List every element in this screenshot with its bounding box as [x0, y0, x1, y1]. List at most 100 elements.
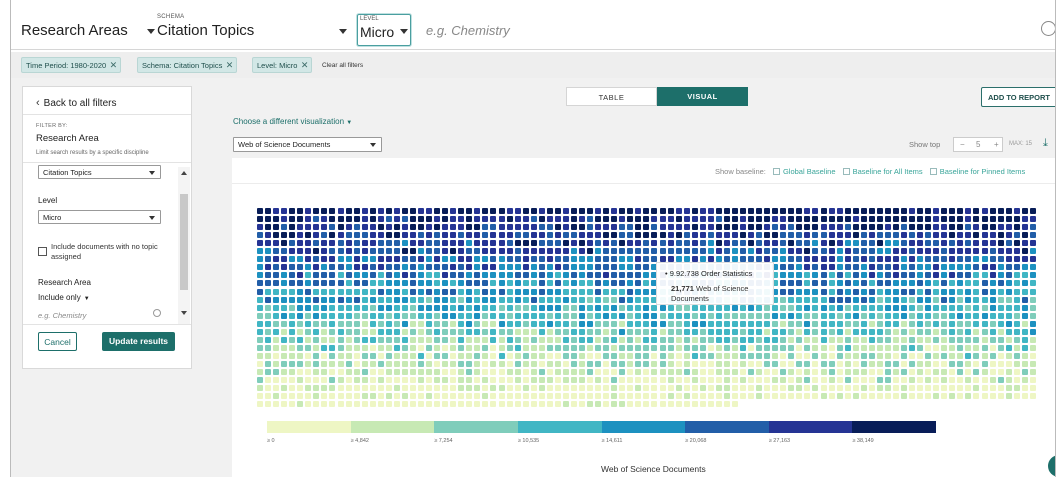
heatmap-tile[interactable]: [289, 304, 296, 311]
heatmap-tile[interactable]: [450, 224, 457, 231]
heatmap-tile[interactable]: [691, 377, 698, 384]
heatmap-tile[interactable]: [804, 272, 811, 279]
heatmap-tile[interactable]: [482, 401, 489, 408]
heatmap-tile[interactable]: [490, 280, 497, 287]
heatmap-tile[interactable]: [305, 304, 312, 311]
heatmap-tile[interactable]: [772, 328, 779, 335]
heatmap-tile[interactable]: [667, 320, 674, 327]
heatmap-tile[interactable]: [892, 312, 899, 319]
heatmap-tile[interactable]: [546, 344, 553, 351]
heatmap-tile[interactable]: [482, 296, 489, 303]
heatmap-tile[interactable]: [474, 360, 481, 367]
heatmap-tile[interactable]: [812, 369, 819, 375]
heatmap-tile[interactable]: [538, 328, 545, 335]
heatmap-tile[interactable]: [748, 369, 755, 375]
heatmap-tile[interactable]: [683, 369, 690, 375]
heatmap-tile[interactable]: [667, 344, 674, 351]
heatmap-tile[interactable]: [1021, 352, 1028, 359]
heatmap-tile[interactable]: [933, 352, 940, 359]
include-unassigned-checkbox[interactable]: [38, 247, 47, 256]
heatmap-tile[interactable]: [434, 216, 441, 223]
heatmap-tile[interactable]: [458, 296, 465, 303]
heatmap-tile[interactable]: [418, 352, 424, 359]
heatmap-tile[interactable]: [401, 360, 408, 367]
heatmap-tile[interactable]: [603, 377, 610, 384]
show-top-stepper[interactable]: − 5 +: [953, 137, 1003, 152]
heatmap-tile[interactable]: [562, 393, 569, 400]
heatmap-tile[interactable]: [715, 344, 722, 351]
heatmap-tile[interactable]: [418, 360, 424, 367]
heatmap-tile[interactable]: [393, 401, 400, 408]
heatmap-tile[interactable]: [393, 385, 400, 392]
heatmap-tile[interactable]: [860, 216, 867, 223]
heatmap-tile[interactable]: [482, 352, 489, 359]
heatmap-tile[interactable]: [836, 385, 843, 392]
heatmap-tile[interactable]: [361, 360, 368, 367]
heatmap-tile[interactable]: [780, 224, 787, 231]
heatmap-tile[interactable]: [538, 304, 545, 311]
heatmap-tile[interactable]: [844, 328, 851, 335]
heatmap-tile[interactable]: [748, 240, 755, 247]
heatmap-tile[interactable]: [506, 232, 513, 239]
heatmap-tile[interactable]: [860, 248, 867, 255]
heatmap-tile[interactable]: [353, 344, 360, 351]
heatmap-tile[interactable]: [715, 224, 722, 231]
heatmap-tile[interactable]: [418, 393, 424, 400]
heatmap-tile[interactable]: [1005, 385, 1012, 392]
heatmap-tile[interactable]: [401, 320, 408, 327]
heatmap-tile[interactable]: [852, 256, 859, 263]
heatmap-tile[interactable]: [933, 216, 940, 223]
heatmap-tile[interactable]: [466, 264, 473, 271]
heatmap-tile[interactable]: [780, 360, 787, 367]
heatmap-tile[interactable]: [281, 377, 288, 384]
heatmap-tile[interactable]: [707, 328, 714, 335]
heatmap-tile[interactable]: [482, 328, 489, 335]
heatmap-tile[interactable]: [337, 304, 344, 311]
heatmap-tile[interactable]: [289, 336, 296, 343]
heatmap-tile[interactable]: [466, 369, 473, 375]
heatmap-tile[interactable]: [973, 320, 980, 327]
heatmap-tile[interactable]: [707, 208, 714, 214]
heatmap-tile[interactable]: [530, 320, 537, 327]
heatmap-tile[interactable]: [643, 208, 650, 214]
heatmap-tile[interactable]: [369, 304, 376, 311]
heatmap-tile[interactable]: [506, 288, 513, 295]
heatmap-tile[interactable]: [538, 208, 545, 214]
heatmap-tile[interactable]: [1021, 208, 1028, 214]
heatmap-tile[interactable]: [731, 312, 738, 319]
heatmap-tile[interactable]: [554, 401, 561, 408]
heatmap-tile[interactable]: [474, 369, 481, 375]
heatmap-tile[interactable]: [361, 216, 368, 223]
heatmap-tile[interactable]: [892, 377, 899, 384]
heatmap-tile[interactable]: [490, 224, 497, 231]
heatmap-tile[interactable]: [265, 216, 272, 223]
heatmap-tile[interactable]: [820, 344, 827, 351]
heatmap-tile[interactable]: [933, 377, 940, 384]
heatmap-tile[interactable]: [844, 369, 851, 375]
heatmap-tile[interactable]: [281, 344, 288, 351]
heatmap-tile[interactable]: [409, 369, 416, 375]
heatmap-tile[interactable]: [1021, 360, 1028, 367]
heatmap-tile[interactable]: [498, 304, 505, 311]
heatmap-tile[interactable]: [973, 344, 980, 351]
heatmap-tile[interactable]: [546, 401, 553, 408]
heatmap-tile[interactable]: [1013, 304, 1020, 311]
heatmap-tile[interactable]: [997, 369, 1004, 375]
heatmap-tile[interactable]: [772, 369, 779, 375]
heatmap-tile[interactable]: [538, 336, 545, 343]
heatmap-tile[interactable]: [1029, 288, 1036, 295]
heatmap-tile[interactable]: [401, 304, 408, 311]
heatmap-tile[interactable]: [699, 224, 706, 231]
heatmap-tile[interactable]: [933, 328, 940, 335]
heatmap-tile[interactable]: [522, 264, 529, 271]
heatmap-tile[interactable]: [401, 344, 408, 351]
heatmap-tile[interactable]: [796, 336, 803, 343]
heatmap-tile[interactable]: [619, 264, 626, 271]
heatmap-tile[interactable]: [981, 377, 988, 384]
heatmap-tile[interactable]: [546, 312, 553, 319]
heatmap-tile[interactable]: [393, 369, 400, 375]
heatmap-tile[interactable]: [667, 224, 674, 231]
heatmap-tile[interactable]: [434, 385, 441, 392]
heatmap-tile[interactable]: [691, 393, 698, 400]
heatmap-tile[interactable]: [1029, 216, 1036, 223]
